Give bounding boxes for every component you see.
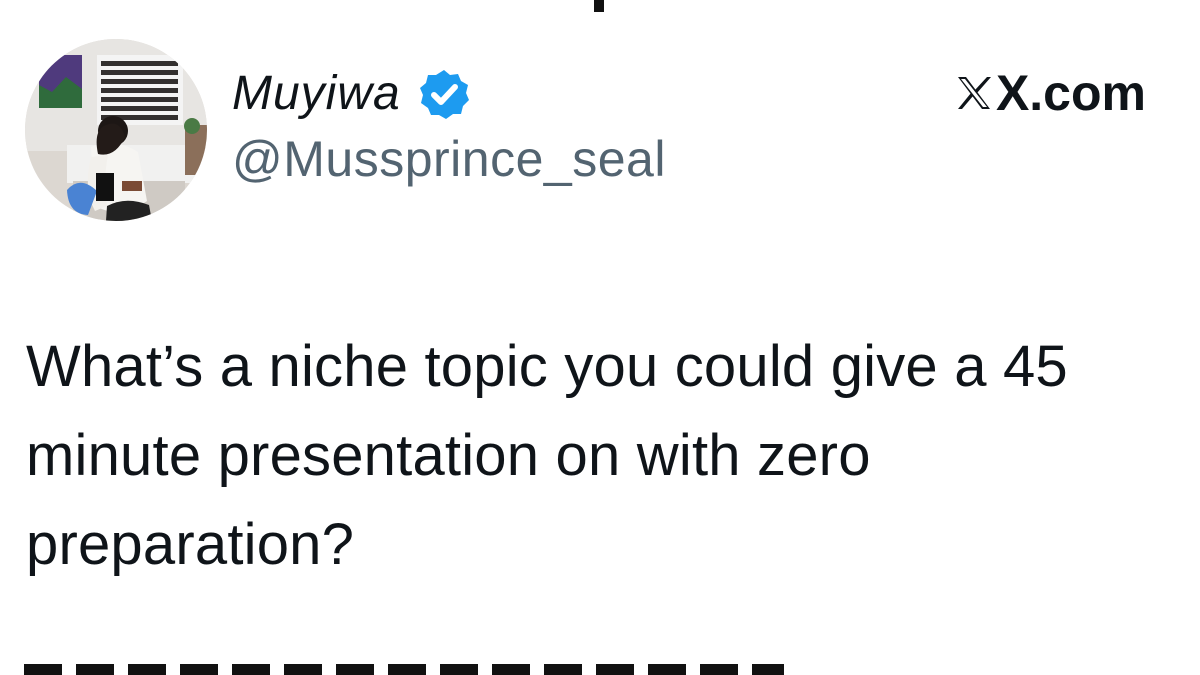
tweet-author: Muyiwa @Mussprince_seal	[232, 66, 666, 185]
avatar-photo	[25, 39, 207, 221]
brand-label: X.com	[954, 68, 1146, 118]
verified-badge-icon	[419, 70, 469, 119]
brand-domain-text: X.com	[995, 65, 1146, 121]
author-display-name[interactable]: Muyiwa	[232, 70, 401, 118]
tweet-text: What’s a niche topic you could give a 45…	[26, 334, 1068, 577]
tweet-screenshot: Muyiwa @Mussprince_seal X.com What’s a n…	[0, 0, 1200, 675]
x-logo-icon	[957, 77, 991, 109]
author-name-row: Muyiwa	[232, 66, 666, 122]
author-handle[interactable]: @Mussprince_seal	[232, 134, 666, 184]
avatar[interactable]	[25, 39, 207, 221]
cropped-timestamp-fragment	[24, 664, 784, 675]
cropped-text-fragment	[594, 0, 604, 12]
